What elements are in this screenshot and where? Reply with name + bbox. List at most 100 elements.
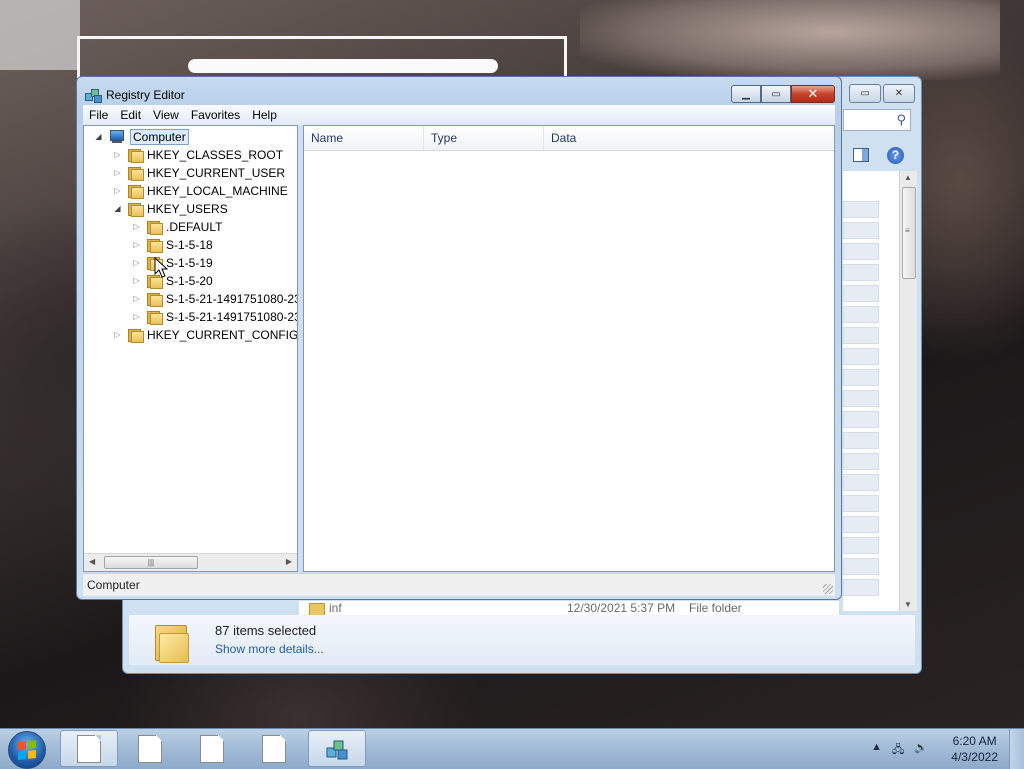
taskbar-item-document-4[interactable] (245, 730, 303, 767)
folder-icon (309, 603, 325, 615)
menu-help[interactable]: Help (246, 108, 283, 122)
explorer-search-box[interactable]: ⚲ (843, 109, 911, 131)
column-header: Name Type Data (304, 126, 834, 151)
wallpaper-patch (0, 0, 80, 70)
tree-node-s-1-5-21-b[interactable]: ▷ S-1-5-21-1491751080-236 (132, 308, 297, 325)
folder-icon (146, 238, 163, 253)
tree-node-hkcr[interactable]: ▷ HKEY_CLASSES_ROOT (113, 146, 283, 163)
taskbar-item-document-2[interactable] (121, 730, 179, 767)
taskbar-item-document-3[interactable] (183, 730, 241, 767)
expand-arrow-icon[interactable]: ▷ (132, 294, 141, 303)
expand-arrow-icon[interactable]: ▷ (132, 240, 141, 249)
registry-editor-icon (326, 740, 348, 759)
expand-arrow-icon[interactable]: ▷ (132, 276, 141, 285)
tree-node-hkcu[interactable]: ▷ HKEY_CURRENT_USER (113, 164, 285, 181)
scroll-down-icon[interactable]: ▼ (904, 600, 912, 609)
document-icon (77, 734, 101, 763)
windows-logo-icon (18, 740, 36, 760)
resize-grip-icon[interactable] (823, 584, 833, 594)
expand-arrow-icon[interactable]: ▷ (132, 258, 141, 267)
tree-node-hku[interactable]: ◢ HKEY_USERS (113, 200, 228, 217)
selection-count: 87 items selected (215, 623, 317, 638)
expand-arrow-icon[interactable]: ▷ (132, 222, 141, 231)
document-icon (200, 734, 224, 763)
menu-edit[interactable]: Edit (114, 108, 147, 122)
tree-node-computer[interactable]: ◢ Computer (94, 128, 189, 145)
minimize-button[interactable]: ▁ (731, 85, 761, 103)
registry-tree[interactable]: ◢ Computer ▷ HKEY_CLASSES_ROOT ▷ HKEY_CU… (83, 125, 298, 572)
tree-horizontal-scrollbar[interactable]: ◀ ||| ▶ (84, 553, 297, 571)
folder-icon (146, 310, 163, 325)
expand-arrow-icon[interactable]: ▷ (113, 186, 122, 195)
clock[interactable]: 6:20 AM 4/3/2022 (951, 733, 998, 765)
expand-arrow-icon[interactable]: ▷ (132, 312, 141, 321)
explorer-vertical-scrollbar[interactable]: ▲ ≡ ▼ (899, 171, 917, 611)
background-window-frame (77, 36, 567, 79)
folder-icon (127, 148, 144, 163)
explorer-close-button[interactable]: ✕ (883, 84, 915, 103)
show-hidden-icons-icon[interactable]: ▲ (871, 741, 882, 760)
expand-arrow-icon[interactable]: ▷ (113, 168, 122, 177)
volume-icon[interactable]: 🔊 (914, 741, 928, 760)
folder-icon (127, 202, 144, 217)
collapse-arrow-icon[interactable]: ◢ (94, 132, 103, 141)
tree-node-hklm[interactable]: ▷ HKEY_LOCAL_MACHINE (113, 182, 288, 199)
status-path: Computer (87, 578, 140, 592)
folder-icon (146, 292, 163, 307)
registry-editor-icon (85, 87, 102, 103)
show-more-details-link[interactable]: Show more details... (215, 642, 324, 656)
registry-editor-window[interactable]: Registry Editor ▁ ▭ ✕ File Edit View Fav… (76, 76, 842, 600)
scroll-up-icon[interactable]: ▲ (904, 173, 912, 182)
computer-icon (108, 129, 126, 144)
menu-bar: File Edit View Favorites Help (83, 105, 835, 125)
system-tray: ▲ 🖧 🔊 (871, 741, 928, 760)
explorer-selected-rows (843, 201, 879, 600)
column-type[interactable]: Type (424, 126, 544, 150)
clock-time: 6:20 AM (952, 734, 997, 748)
taskbar: ▲ 🖧 🔊 6:20 AM 4/3/2022 (0, 728, 1024, 769)
expand-arrow-icon[interactable]: ▷ (113, 330, 122, 339)
clock-date: 4/3/2022 (951, 750, 998, 764)
preview-pane-icon[interactable] (852, 147, 870, 163)
window-title: Registry Editor (106, 88, 185, 102)
show-desktop-button[interactable] (1009, 729, 1024, 769)
caption-buttons: ▁ ▭ ✕ (731, 85, 835, 103)
values-list[interactable]: Name Type Data (303, 125, 835, 572)
column-name[interactable]: Name (304, 126, 424, 150)
scroll-thumb[interactable]: ||| (104, 556, 198, 569)
title-bar: Registry Editor (85, 85, 185, 105)
details-pane: 87 items selected Show more details... (129, 615, 915, 665)
file-row[interactable]: inf 12/30/2021 5:37 PM File folder (299, 601, 839, 615)
tree-node-s-1-5-21-a[interactable]: ▷ S-1-5-21-1491751080-236 (132, 290, 297, 307)
taskbar-item-registry-editor[interactable] (308, 730, 366, 767)
scroll-right-icon[interactable]: ▶ (286, 557, 292, 566)
status-bar: Computer (83, 573, 835, 596)
folder-icon (127, 328, 144, 343)
menu-file[interactable]: File (83, 108, 114, 122)
tree-node-s-1-5-19[interactable]: ▷ S-1-5-19 (132, 254, 213, 271)
document-icon (262, 734, 286, 763)
explorer-caption-buttons: ▭ ✕ (849, 84, 915, 103)
folder-icon (153, 619, 189, 663)
menu-view[interactable]: View (147, 108, 185, 122)
folder-icon (146, 220, 163, 235)
explorer-toolbar: ? (843, 141, 913, 169)
network-icon[interactable]: 🖧 (892, 741, 904, 760)
menu-favorites[interactable]: Favorites (185, 108, 246, 122)
tree-node-s-1-5-18[interactable]: ▷ S-1-5-18 (132, 236, 213, 253)
taskbar-item-document-1[interactable] (60, 730, 118, 767)
collapse-arrow-icon[interactable]: ◢ (113, 204, 122, 213)
help-icon[interactable]: ? (887, 146, 905, 164)
scroll-left-icon[interactable]: ◀ (89, 557, 95, 566)
maximize-button[interactable]: ▭ (761, 85, 791, 103)
explorer-restore-button[interactable]: ▭ (849, 84, 881, 103)
close-button[interactable]: ✕ (791, 85, 835, 103)
tree-node-s-1-5-20[interactable]: ▷ S-1-5-20 (132, 272, 213, 289)
tree-node-hkcc[interactable]: ▷ HKEY_CURRENT_CONFIG (113, 326, 297, 343)
tree-node-default[interactable]: ▷ .DEFAULT (132, 218, 222, 235)
search-icon[interactable]: ⚲ (896, 112, 906, 128)
document-icon (138, 734, 162, 763)
expand-arrow-icon[interactable]: ▷ (113, 150, 122, 159)
start-button[interactable] (8, 731, 46, 769)
column-data[interactable]: Data (544, 126, 834, 150)
